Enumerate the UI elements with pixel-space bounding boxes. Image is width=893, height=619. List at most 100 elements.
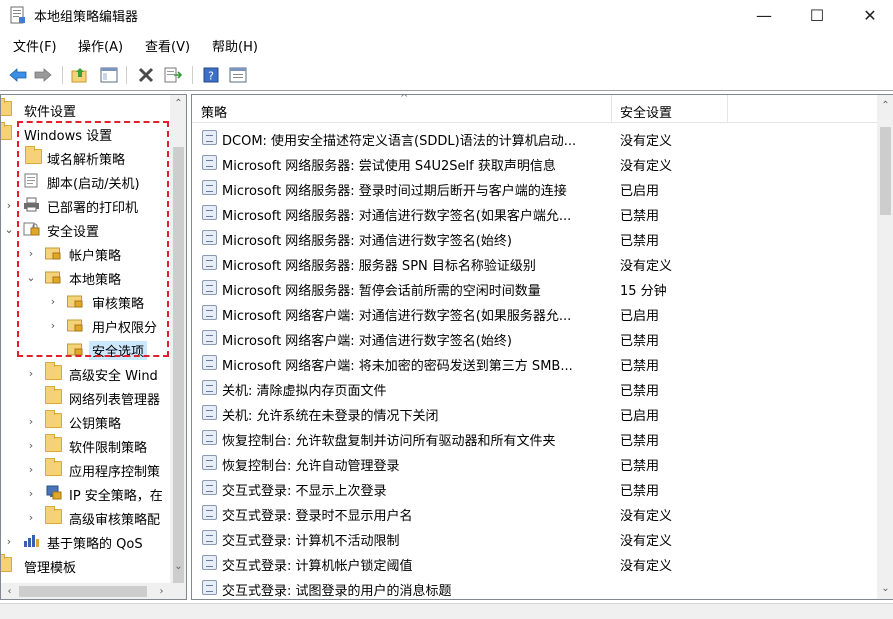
security-setting-value: 没有定义	[620, 159, 673, 174]
menu-file[interactable]: 文件(F)	[13, 36, 57, 55]
table-row[interactable]: 交互式登录: 计算机不活动限制 没有定义	[192, 525, 877, 550]
tree-vertical-scrollbar[interactable]: ⌃ ⌄	[170, 95, 186, 587]
forward-button[interactable]	[33, 65, 53, 85]
policy-setting-icon	[202, 230, 217, 245]
properties-view-icon	[229, 67, 247, 83]
table-row[interactable]: Microsoft 网络客户端: 对通信进行数字签名(始终) 已禁用	[192, 325, 877, 350]
chevron-right-icon[interactable]: ›	[25, 487, 37, 500]
up-folder-icon	[71, 68, 87, 83]
properties-view-button[interactable]	[228, 65, 248, 85]
sort-ascending-icon: ^	[400, 94, 409, 104]
back-button[interactable]	[8, 65, 28, 85]
table-row[interactable]: Microsoft 网络服务器: 尝试使用 S4U2Self 获取声明信息 没有定…	[192, 150, 877, 175]
tree-item-user-rights[interactable]: › 用户权限分	[1, 313, 171, 337]
close-button[interactable]: ✕	[847, 0, 893, 30]
table-row[interactable]: Microsoft 网络服务器: 对通信进行数字签名(始终) 已禁用	[192, 225, 877, 250]
column-header-policy[interactable]: 策略	[201, 102, 227, 121]
chevron-right-icon[interactable]: ›	[25, 463, 37, 476]
tree-item-qos[interactable]: › 基于策略的 QoS	[1, 529, 171, 553]
table-row[interactable]: 交互式登录: 登录时不显示用户名 没有定义	[192, 500, 877, 525]
chevron-right-icon[interactable]: ›	[3, 199, 15, 212]
tree-item-audit-policy[interactable]: › 审核策略	[1, 289, 171, 313]
help-button[interactable]: ?	[201, 65, 221, 85]
chevron-right-icon[interactable]: ›	[25, 415, 37, 428]
chevron-right-icon[interactable]: ›	[25, 511, 37, 524]
table-row[interactable]: Microsoft 网络服务器: 服务器 SPN 目标名称验证级别 没有定义	[192, 250, 877, 275]
column-header-security-setting[interactable]: 安全设置	[620, 102, 672, 121]
table-row[interactable]: Microsoft 网络客户端: 对通信进行数字签名(如果服务器允... 已启用	[192, 300, 877, 325]
tree-item-software-restriction[interactable]: › 软件限制策略	[1, 433, 171, 457]
maximize-button[interactable]: ☐	[794, 0, 840, 30]
table-row[interactable]: Microsoft 网络服务器: 暂停会话前所需的空闲时间数量 15 分钟	[192, 275, 877, 300]
show-hide-tree-button[interactable]	[99, 65, 119, 85]
up-folder-button[interactable]	[70, 65, 90, 85]
chevron-right-icon[interactable]: ›	[47, 319, 59, 332]
scroll-thumb[interactable]	[173, 147, 184, 587]
table-row[interactable]: Microsoft 网络客户端: 将未加密的密码发送到第三方 SMB... 已禁用	[192, 350, 877, 375]
scroll-thumb[interactable]	[19, 586, 147, 597]
tree-horizontal-scrollbar[interactable]: ‹ ›	[1, 583, 186, 599]
tree-item-deployed-printers[interactable]: › 已部署的打印机	[1, 193, 171, 217]
chevron-down-icon[interactable]: ⌄	[3, 223, 15, 236]
table-row[interactable]: 恢复控制台: 允许软盘复制并访问所有驱动器和所有文件夹 已禁用	[192, 425, 877, 450]
tree-item-security-options[interactable]: 安全选项	[1, 337, 171, 361]
console-tree[interactable]: 软件设置 Windows 设置 域名解析策略 脚本(启动/关机) › 已部署的打…	[0, 94, 187, 600]
policy-name: Microsoft 网络客户端: 对通信进行数字签名(始终)	[222, 334, 512, 349]
tree-item-scripts[interactable]: 脚本(启动/关机)	[1, 169, 171, 193]
chevron-right-icon[interactable]: ›	[3, 535, 15, 548]
column-separator[interactable]	[611, 95, 612, 123]
policy-setting-icon	[202, 280, 217, 295]
table-row[interactable]: 恢复控制台: 允许自动管理登录 已禁用	[192, 450, 877, 475]
tree-item-ip-security[interactable]: › IP 安全策略，在	[1, 481, 171, 505]
locked-folder-icon	[45, 271, 61, 284]
delete-button[interactable]	[136, 65, 156, 85]
table-row[interactable]: Microsoft 网络服务器: 对通信进行数字签名(如果客户端允... 已禁用	[192, 200, 877, 225]
export-list-button[interactable]	[163, 65, 183, 85]
locked-folder-icon	[67, 295, 83, 308]
scroll-up-arrow-icon[interactable]: ⌃	[877, 97, 893, 114]
scroll-right-arrow-icon[interactable]: ›	[153, 583, 170, 599]
tree-item-app-control[interactable]: › 应用程序控制策	[1, 457, 171, 481]
tree-item-name-resolution-policy[interactable]: 域名解析策略	[1, 145, 171, 169]
tree-item-network-list-manager[interactable]: 网络列表管理器	[1, 385, 171, 409]
policy-setting-icon	[202, 555, 217, 570]
tree-item-security-settings[interactable]: ⌄ 安全设置	[1, 217, 171, 241]
chevron-right-icon[interactable]: ›	[25, 247, 37, 260]
scroll-down-arrow-icon[interactable]: ⌄	[170, 558, 186, 575]
scroll-thumb[interactable]	[880, 127, 891, 215]
table-row[interactable]: 关机: 清除虚拟内存页面文件 已禁用	[192, 375, 877, 400]
tree-item-local-policies[interactable]: ⌄ 本地策略	[1, 265, 171, 289]
security-settings-icon	[23, 222, 40, 236]
tree-item-advanced-firewall[interactable]: › 高级安全 Wind	[1, 361, 171, 385]
scroll-down-arrow-icon[interactable]: ⌄	[877, 580, 893, 597]
security-setting-value: 没有定义	[620, 259, 673, 274]
table-row[interactable]: 交互式登录: 不显示上次登录 已禁用	[192, 475, 877, 500]
policy-setting-icon	[202, 505, 217, 520]
table-row[interactable]: 关机: 允许系统在未登录的情况下关闭 已启用	[192, 400, 877, 425]
tree-item-admin-templates[interactable]: 管理模板	[1, 553, 171, 577]
policy-list[interactable]: 策略 ^ 安全设置 DCOM: 使用安全描述符定义语言(SDDL)语法的计算机启…	[191, 94, 893, 600]
export-list-icon	[164, 67, 182, 83]
column-separator[interactable]	[727, 95, 728, 123]
scroll-up-arrow-icon[interactable]: ⌃	[170, 95, 186, 112]
tree-item-advanced-audit[interactable]: › 高级审核策略配	[1, 505, 171, 529]
minimize-button[interactable]: —	[741, 0, 787, 30]
menu-action[interactable]: 操作(A)	[78, 36, 123, 55]
tree-item-windows-settings[interactable]: Windows 设置	[1, 121, 171, 145]
tree-item-public-key-policies[interactable]: › 公钥策略	[1, 409, 171, 433]
table-row[interactable]: 交互式登录: 计算机帐户锁定阈值 没有定义	[192, 550, 877, 575]
menu-help[interactable]: 帮助(H)	[212, 36, 258, 55]
menu-view[interactable]: 查看(V)	[145, 36, 190, 55]
tree-item-software-settings[interactable]: 软件设置	[1, 97, 171, 121]
list-vertical-scrollbar[interactable]: ⌃ ⌄	[877, 95, 893, 599]
scroll-left-arrow-icon[interactable]: ‹	[1, 583, 18, 599]
chevron-down-icon[interactable]: ⌄	[25, 271, 37, 284]
table-row[interactable]: DCOM: 使用安全描述符定义语言(SDDL)语法的计算机启动... 没有定义	[192, 125, 877, 150]
table-row[interactable]: 交互式登录: 试图登录的用户的消息标题	[192, 575, 877, 599]
chevron-right-icon[interactable]: ›	[25, 439, 37, 452]
security-setting-value: 已启用	[620, 409, 660, 424]
chevron-right-icon[interactable]: ›	[25, 367, 37, 380]
chevron-right-icon[interactable]: ›	[47, 295, 59, 308]
table-row[interactable]: Microsoft 网络服务器: 登录时间过期后断开与客户端的连接 已启用	[192, 175, 877, 200]
tree-item-account-policies[interactable]: › 帐户策略	[1, 241, 171, 265]
